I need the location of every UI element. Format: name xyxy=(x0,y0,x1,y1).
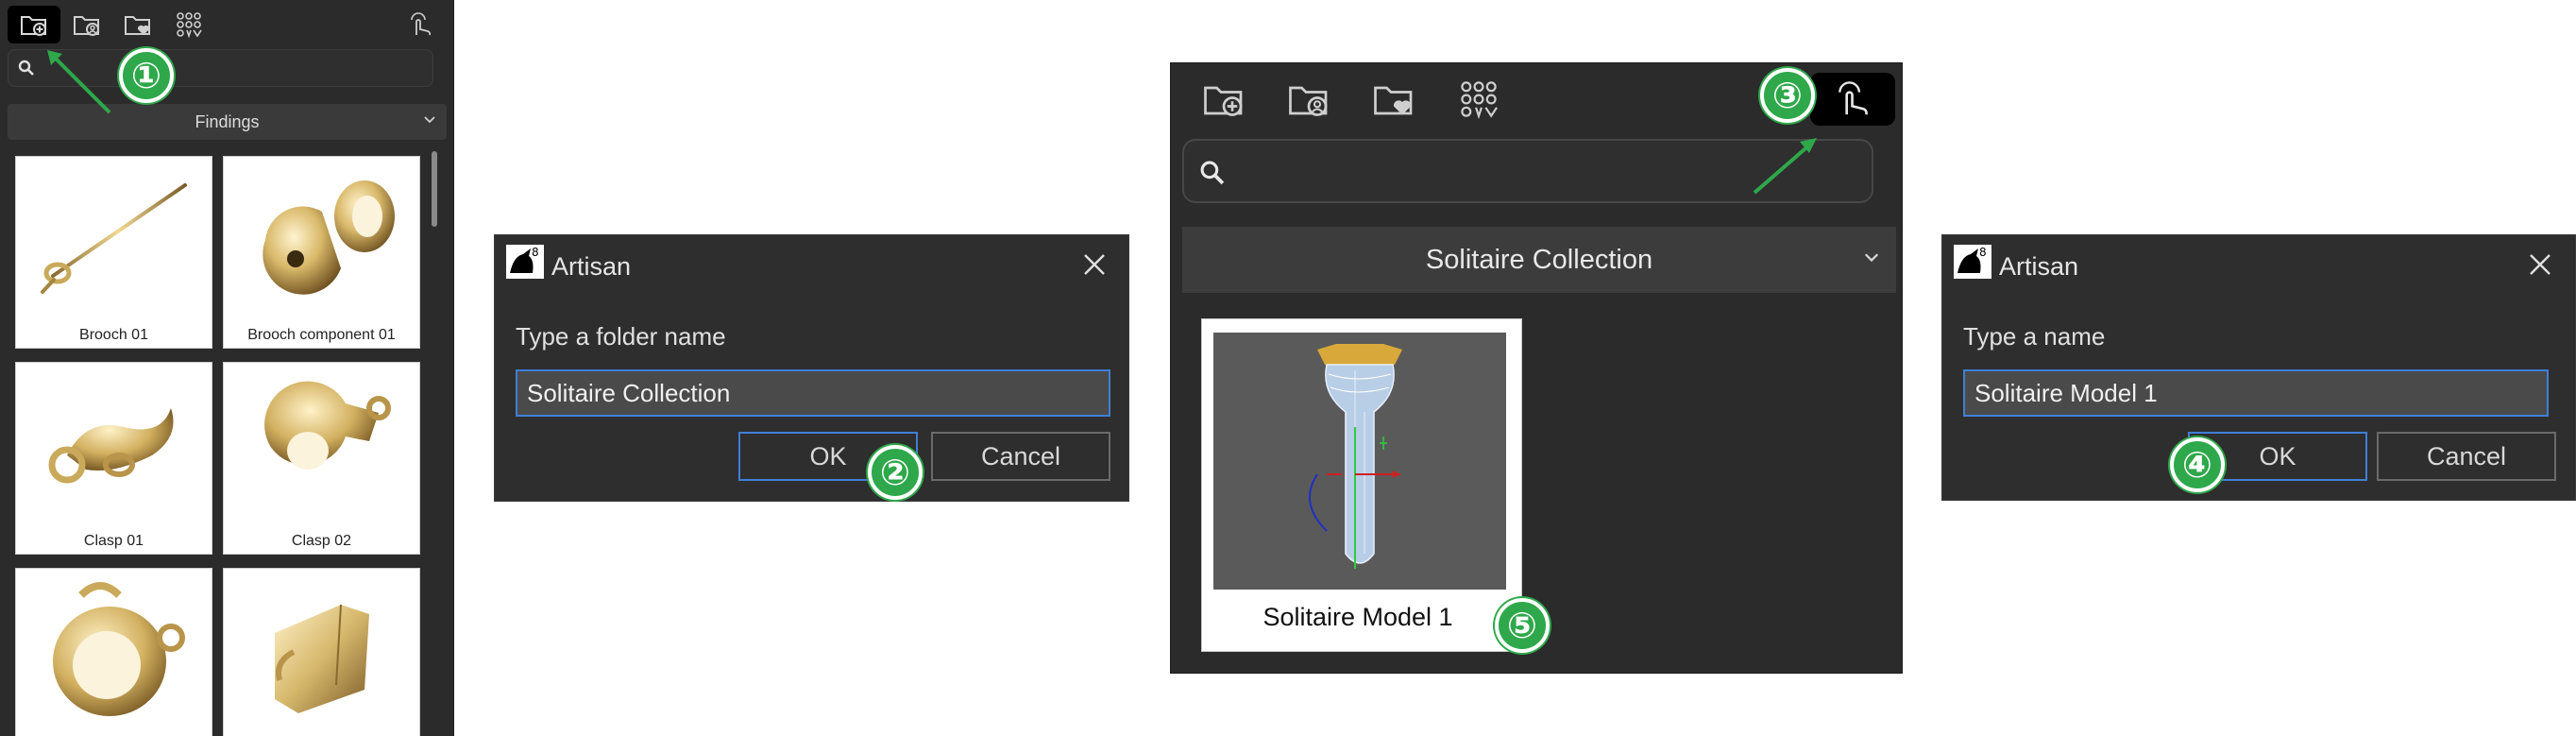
category-dropdown-value: Findings xyxy=(195,111,260,131)
touch-mode-button[interactable] xyxy=(1810,73,1895,126)
library-toolbar xyxy=(0,0,453,47)
touch-mode-icon xyxy=(411,12,432,36)
rhino-logo-icon: 8 xyxy=(1954,245,1991,279)
grid-library-button[interactable] xyxy=(1452,73,1505,126)
favorite-folder-button[interactable] xyxy=(119,6,157,43)
item-label: Brooch component 01 xyxy=(247,327,396,343)
annotation-arrow-1 xyxy=(47,50,111,114)
item-thumbnail xyxy=(16,569,212,726)
user-folder-icon xyxy=(74,16,99,36)
library-item[interactable] xyxy=(15,568,212,736)
library-item[interactable]: Solitaire Model 1 xyxy=(1201,318,1522,652)
search-icon xyxy=(1200,161,1225,185)
dialog-titlebar: 8 Artisan xyxy=(1942,235,2575,292)
step-badge-2: ② xyxy=(868,445,923,500)
library-item[interactable]: Brooch 01 xyxy=(15,156,212,349)
category-dropdown[interactable]: Solitaire Collection xyxy=(1182,227,1896,293)
vertical-scrollbar[interactable] xyxy=(431,146,438,732)
folder-name-dialog: 8 Artisan Type a folder name Solitaire C… xyxy=(494,234,1129,502)
dialog-title: Artisan xyxy=(551,252,632,281)
item-thumbnail xyxy=(224,363,419,520)
favorite-folder-icon xyxy=(1374,86,1413,115)
step-badge-3: ③ xyxy=(1760,68,1815,123)
touch-mode-button[interactable] xyxy=(402,6,440,43)
library-item[interactable] xyxy=(223,568,420,736)
close-icon[interactable] xyxy=(1082,252,1107,277)
step-badge-5: ⑤ xyxy=(1495,598,1550,653)
dialog-prompt: Type a name xyxy=(1963,322,2106,351)
grid-library-button[interactable] xyxy=(170,6,208,43)
svg-text:8: 8 xyxy=(532,246,539,259)
user-folder-button[interactable] xyxy=(1282,73,1335,126)
dialog-title: Artisan xyxy=(1999,252,2079,281)
add-folder-icon xyxy=(1204,86,1243,116)
item-thumbnail xyxy=(224,569,419,726)
rhino-logo-icon: 8 xyxy=(506,245,544,279)
item-label: Clasp 02 xyxy=(291,533,352,549)
step-badge-4: ④ xyxy=(2170,437,2225,492)
user-folder-button[interactable] xyxy=(68,6,106,43)
add-folder-button[interactable] xyxy=(1197,73,1250,126)
annotation-arrow-3 xyxy=(1753,138,1817,195)
library-item[interactable]: Clasp 02 xyxy=(223,362,420,555)
library-item[interactable]: Brooch component 01 xyxy=(223,156,420,349)
add-folder-button[interactable] xyxy=(8,6,60,43)
svg-text:8: 8 xyxy=(1979,246,1987,259)
chevron-down-icon xyxy=(424,116,435,124)
item-label: Clasp 01 xyxy=(83,533,144,549)
favorite-folder-icon xyxy=(125,16,150,35)
dialog-prompt: Type a folder name xyxy=(516,322,726,351)
add-folder-icon xyxy=(21,16,46,36)
cancel-button[interactable]: Cancel xyxy=(931,432,1110,481)
chevron-down-icon xyxy=(1864,253,1879,263)
item-thumbnail xyxy=(224,157,419,314)
model-name-dialog: 8 Artisan Type a name Solitaire Model 1 … xyxy=(1941,234,2576,501)
close-icon[interactable] xyxy=(2528,252,2552,277)
library-item[interactable]: Clasp 01 xyxy=(15,362,212,555)
category-dropdown-value: Solitaire Collection xyxy=(1425,244,1653,275)
item-thumbnail xyxy=(1213,333,1506,590)
model-name-input[interactable]: Solitaire Model 1 xyxy=(1963,369,2549,417)
grid-library-icon xyxy=(177,12,202,39)
item-label: Solitaire Model 1 xyxy=(1263,603,1453,631)
favorite-folder-button[interactable] xyxy=(1367,73,1420,126)
touch-mode-icon xyxy=(1839,81,1868,115)
item-thumbnail xyxy=(16,157,212,314)
search-icon xyxy=(18,60,34,76)
user-folder-icon xyxy=(1289,86,1328,116)
folder-name-input[interactable]: Solitaire Collection xyxy=(516,369,1110,417)
item-label: Brooch 01 xyxy=(79,327,148,343)
item-thumbnail xyxy=(16,363,212,520)
scrollbar-thumb[interactable] xyxy=(432,151,437,227)
step-badge-1: ① xyxy=(119,48,174,103)
grid-library-icon xyxy=(1461,81,1498,120)
cancel-button[interactable]: Cancel xyxy=(2377,432,2556,481)
dialog-titlebar: 8 Artisan xyxy=(495,235,1128,292)
